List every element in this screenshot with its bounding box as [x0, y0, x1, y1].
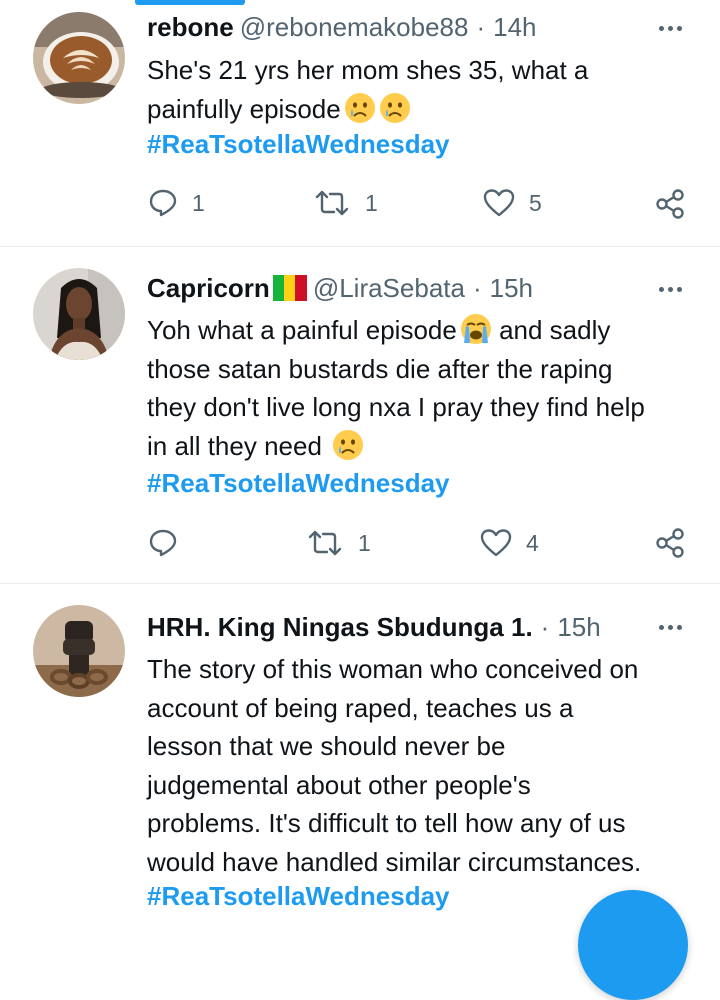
tweet-text-line-with-emoji: in all they need — [147, 427, 707, 466]
more-icon[interactable] — [652, 613, 688, 641]
compose-tweet-button[interactable] — [578, 890, 688, 1000]
tweet-text-line: judgemental about other people's — [147, 769, 531, 800]
tweet-text-segment: Yoh what a painful episode — [147, 315, 457, 345]
tweet-header: HRH. King Ningas Sbudunga 1. · 15h — [147, 609, 601, 645]
tweet-text-line: She's 21 yrs her mom shes 35, what a — [147, 55, 589, 85]
tweet-text-line: those satan bustards die after the rapin… — [147, 353, 613, 384]
more-icon[interactable] — [652, 14, 688, 42]
tweet-divider — [0, 583, 720, 584]
retweet-button[interactable]: 1 — [313, 188, 378, 218]
separator: · — [540, 611, 550, 642]
tweet-text: Yoh what a painful episode and sadly tho… — [147, 311, 707, 465]
tweet-text-line: would have handled similar circumstances… — [147, 846, 642, 877]
tweet-text-segment: and sadly — [499, 315, 611, 345]
crying-face-emoji — [344, 92, 375, 123]
like-button[interactable]: 4 — [480, 528, 539, 558]
tweet-text-line: problems. It's difficult to tell how any… — [147, 808, 626, 838]
username[interactable]: @LiraSebata — [313, 273, 465, 304]
mali-flag-emoji — [272, 275, 307, 301]
like-button[interactable]: 5 — [483, 188, 542, 218]
separator: · — [476, 11, 486, 42]
top-scroll-indicator — [135, 0, 245, 5]
reply-icon — [149, 189, 177, 217]
avatar-hrh-king-ningas[interactable] — [33, 605, 125, 697]
display-name[interactable]: HRH. King Ningas Sbudunga 1. — [147, 612, 533, 643]
display-name[interactable]: Capricorn — [147, 273, 270, 304]
retweet-count: 1 — [358, 529, 371, 556]
avatar-rebone[interactable] — [33, 12, 125, 104]
reply-count: 1 — [192, 189, 205, 216]
tweet-text-line-with-emoji: painfully episode — [147, 90, 707, 129]
tweet-text-line: The story of this woman who conceived on — [147, 654, 639, 684]
retweet-icon — [308, 530, 342, 556]
tweet-divider — [0, 246, 720, 247]
share-button[interactable] — [654, 188, 686, 220]
hashtag-link[interactable]: #ReaTsotellaWednesday — [147, 125, 450, 163]
tweet-text-line: they don't live long nxa I pray they fin… — [147, 392, 645, 422]
tweet-text-segment: painfully episode — [147, 93, 341, 124]
crying-face-emoji — [379, 92, 410, 123]
tweet-header: rebone @rebonemakobe88 · 14h — [147, 9, 537, 45]
retweet-icon — [315, 190, 349, 216]
tweet-text: The story of this woman who conceived on… — [147, 650, 707, 881]
reply-button[interactable]: 1 — [148, 188, 205, 218]
separator: · — [472, 272, 482, 303]
display-name[interactable]: rebone — [147, 12, 234, 43]
avatar-capricorn[interactable] — [33, 268, 125, 360]
crying-face-emoji — [333, 429, 364, 460]
retweet-button[interactable]: 1 — [306, 528, 371, 558]
like-count: 5 — [529, 189, 542, 216]
timestamp[interactable]: 15h — [557, 612, 600, 643]
like-icon — [480, 529, 512, 557]
tweet-text-line: account of being raped, teaches us a — [147, 692, 574, 723]
share-icon — [656, 528, 684, 558]
tweet-text: She's 21 yrs her mom shes 35, what a pai… — [147, 51, 707, 128]
hashtag-link[interactable]: #ReaTsotellaWednesday — [147, 877, 450, 915]
like-icon — [483, 189, 515, 217]
share-button[interactable] — [654, 527, 686, 559]
username[interactable]: @rebonemakobe88 — [240, 12, 469, 43]
share-icon — [656, 189, 684, 219]
tweet-text-line: lesson that we should never be — [147, 731, 506, 761]
tweet-text-line-with-emoji: Yoh what a painful episode and sadly — [147, 311, 707, 350]
timestamp[interactable]: 15h — [490, 273, 533, 304]
loudly-crying-face-emoji — [460, 314, 491, 344]
timestamp[interactable]: 14h — [493, 12, 536, 43]
like-count: 4 — [526, 529, 539, 556]
more-icon[interactable] — [652, 275, 688, 303]
hashtag-link[interactable]: #ReaTsotellaWednesday — [147, 464, 450, 502]
retweet-count: 1 — [365, 189, 378, 216]
tweet-text-segment: in all they need — [147, 430, 322, 461]
reply-button[interactable] — [148, 528, 192, 558]
reply-icon — [149, 529, 177, 557]
tweet-header: Capricorn @LiraSebata · 15h — [147, 270, 533, 306]
